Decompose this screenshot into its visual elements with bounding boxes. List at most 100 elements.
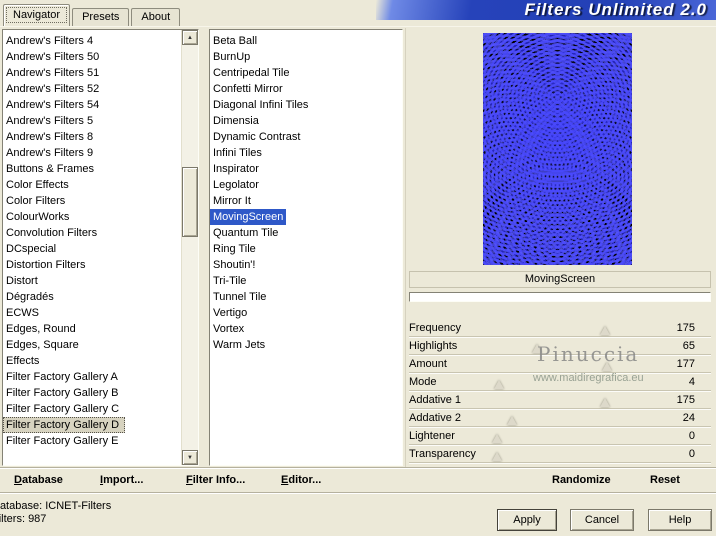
status-filters: Filters: 987	[0, 513, 111, 526]
database-value: ICNET-Filters	[45, 500, 112, 512]
filter-item[interactable]: Shoutin'!	[210, 257, 258, 273]
filter-item[interactable]: Mirror It	[210, 193, 254, 209]
status-bar: Database: ICNET-Filters Filters: 987	[0, 500, 111, 526]
slider-value: 24	[682, 411, 695, 424]
slider-label: Highlights	[409, 339, 458, 352]
editor-menu-item[interactable]: Editor...	[281, 474, 321, 486]
filter-info-menu-item[interactable]: Filter Info...	[186, 474, 245, 486]
filters-label: Filters:	[0, 513, 25, 525]
status-database: Database: ICNET-Filters	[0, 500, 111, 513]
category-item[interactable]: Andrew's Filters 54	[3, 97, 198, 113]
category-item[interactable]: Effects	[3, 353, 198, 369]
tab-strip: Navigator Presets About	[3, 4, 182, 26]
database-menu-item[interactable]: Database	[14, 474, 63, 486]
tab-about[interactable]: About	[131, 8, 181, 26]
category-item[interactable]: Distortion Filters	[3, 257, 198, 273]
filter-item[interactable]: Beta Ball	[210, 33, 260, 49]
category-item[interactable]: Andrew's Filters 51	[3, 65, 198, 81]
slider-track[interactable]	[497, 409, 655, 426]
help-button[interactable]: Help	[648, 509, 712, 531]
cancel-button[interactable]: Cancel	[570, 509, 634, 531]
filter-item[interactable]: Diagonal Infini Tiles	[210, 97, 311, 113]
filter-item[interactable]: Legolator	[210, 177, 262, 193]
filter-item[interactable]: MovingScreen	[210, 209, 287, 225]
filter-item[interactable]: Dimensia	[210, 113, 262, 129]
slider-track[interactable]	[497, 391, 655, 408]
filter-item[interactable]: Tunnel Tile	[210, 289, 269, 305]
preview-panel: MovingScreen Frequency 175 Highlights 65…	[405, 28, 716, 468]
category-item[interactable]: Andrew's Filters 9	[3, 145, 198, 161]
category-item[interactable]: Filter Factory Gallery B	[3, 385, 198, 401]
category-item[interactable]: Filter Factory Gallery A	[3, 369, 198, 385]
category-item[interactable]: Andrew's Filters 5	[3, 113, 198, 129]
scroll-down-icon[interactable]: ▼	[182, 450, 198, 465]
slider-label: Lightener	[409, 429, 455, 442]
tab-presets[interactable]: Presets	[72, 8, 130, 26]
category-item[interactable]: Andrew's Filters 52	[3, 81, 198, 97]
tab-navigator[interactable]: Navigator	[3, 4, 71, 26]
database-label: Database:	[0, 500, 43, 512]
separator	[0, 467, 716, 469]
slider-thumb[interactable]	[494, 380, 505, 389]
slider-label: Frequency	[409, 321, 461, 334]
scrollbar-thumb[interactable]	[182, 167, 198, 237]
reset-button[interactable]: Reset	[650, 474, 680, 486]
category-item[interactable]: DCspecial	[3, 241, 198, 257]
slider-row: Addative 2 24	[409, 409, 711, 427]
apply-button[interactable]: Apply	[497, 509, 557, 531]
filters-count: 987	[28, 513, 47, 525]
category-item[interactable]: Distort	[3, 273, 198, 289]
filter-item[interactable]: Vortex	[210, 321, 247, 337]
slider-thumb[interactable]	[492, 452, 502, 461]
slider-value: 175	[676, 393, 695, 406]
category-item[interactable]: ECWS	[3, 305, 198, 321]
slider-thumb[interactable]	[600, 398, 611, 407]
slider-thumb[interactable]	[506, 416, 517, 425]
filter-item[interactable]: Inspirator	[210, 161, 262, 177]
import-menu-item[interactable]: Import...	[100, 474, 143, 486]
tab-baseline	[0, 26, 716, 27]
slider-value: 0	[688, 447, 695, 460]
category-item[interactable]: Convolution Filters	[3, 225, 198, 241]
slider-value: 0	[688, 429, 695, 442]
filter-item[interactable]: Confetti Mirror	[210, 81, 286, 97]
category-item[interactable]: ColourWorks	[3, 209, 198, 225]
watermark-url: www.maidiregrafica.eu	[533, 372, 644, 384]
filter-item[interactable]: Ring Tile	[210, 241, 259, 257]
category-scrollbar[interactable]: ▲ ▼	[181, 30, 198, 465]
filter-item[interactable]: Quantum Tile	[210, 225, 281, 241]
category-item[interactable]: Filter Factory Gallery C	[3, 401, 198, 417]
filter-item[interactable]: Tri-Tile	[210, 273, 249, 289]
category-item[interactable]: Buttons & Frames	[3, 161, 198, 177]
filter-item[interactable]: Centripedal Tile	[210, 65, 292, 81]
filter-item[interactable]: Infini Tiles	[210, 145, 265, 161]
filter-item[interactable]: Vertigo	[210, 305, 250, 321]
slider-track[interactable]	[492, 445, 655, 462]
scroll-up-icon[interactable]: ▲	[182, 30, 198, 45]
filter-list: Beta Ball BurnUp Centripedal Tile Confetti …	[209, 29, 403, 466]
slider-track[interactable]	[497, 319, 655, 336]
category-item[interactable]: Color Effects	[3, 177, 198, 193]
category-item[interactable]: Andrew's Filters 4	[3, 33, 198, 49]
category-item[interactable]: Andrew's Filters 8	[3, 129, 198, 145]
filter-item[interactable]: BurnUp	[210, 49, 253, 65]
slider-row: Addative 1 175	[409, 391, 711, 409]
filter-item[interactable]: Warm Jets	[210, 337, 268, 353]
slider-label: Addative 2	[409, 411, 461, 424]
category-item[interactable]: Filter Factory Gallery D	[3, 417, 126, 433]
filter-item[interactable]: Dynamic Contrast	[210, 129, 303, 145]
randomize-button[interactable]: Randomize	[552, 474, 611, 486]
category-item[interactable]: Edges, Round	[3, 321, 198, 337]
category-item[interactable]: Edges, Square	[3, 337, 198, 353]
slider-label: Mode	[409, 375, 437, 388]
category-item[interactable]: Andrew's Filters 50	[3, 49, 198, 65]
slider-label: Addative 1	[409, 393, 461, 406]
preview-image[interactable]	[483, 33, 632, 265]
slider-thumb[interactable]	[492, 434, 502, 443]
slider-track[interactable]	[492, 427, 655, 444]
category-item[interactable]: Color Filters	[3, 193, 198, 209]
slider-thumb[interactable]	[600, 326, 611, 335]
category-item[interactable]: Dégradés	[3, 289, 198, 305]
category-item[interactable]: Filter Factory Gallery E	[3, 433, 198, 449]
slider-value: 4	[688, 375, 695, 388]
